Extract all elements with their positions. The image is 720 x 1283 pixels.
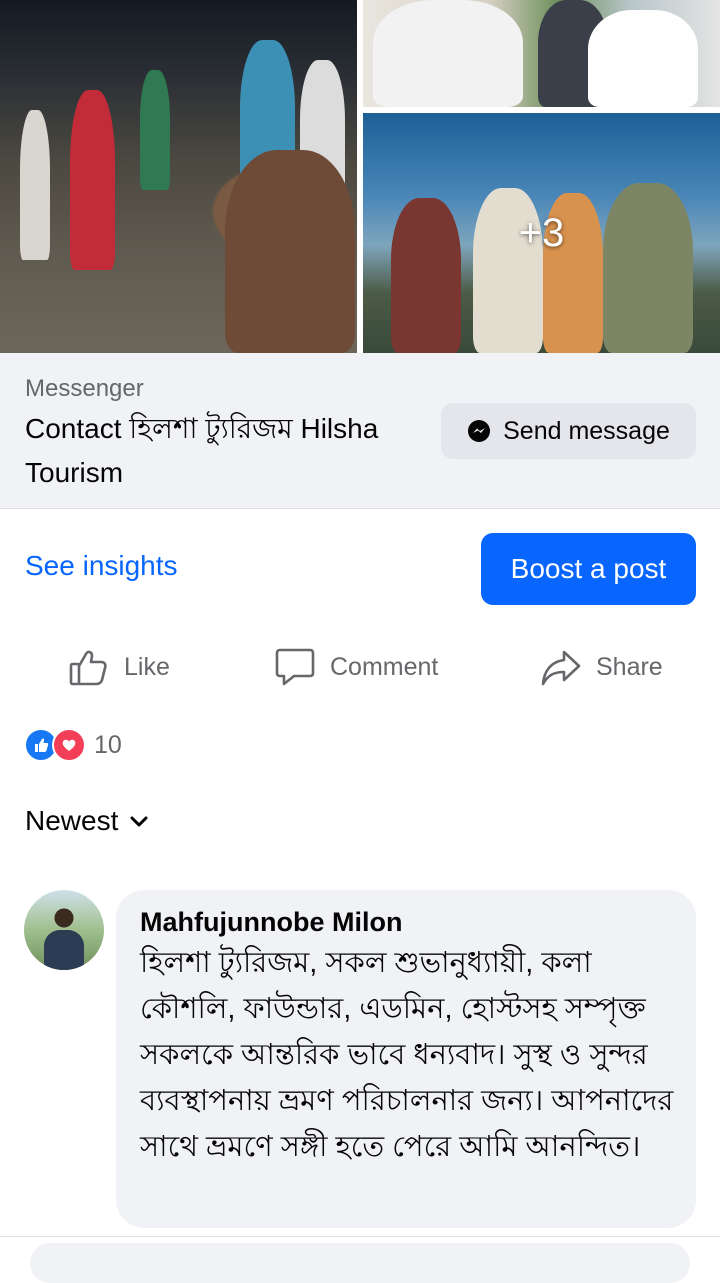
post-action-bar: Like Comment Share: [0, 640, 720, 694]
messenger-contact-panel: Messenger Contact হিলশা ট্যুরিজম Hilsha …: [0, 353, 720, 509]
comment-sort-dropdown[interactable]: Newest: [25, 805, 150, 837]
comment-label: Comment: [330, 652, 439, 681]
boost-post-button[interactable]: Boost a post: [481, 533, 696, 605]
divider: [0, 1236, 720, 1237]
love-reaction-icon: [52, 728, 86, 762]
comment-author[interactable]: Mahfujunnobe Milon: [140, 904, 672, 940]
comment-icon: [275, 648, 315, 686]
avatar[interactable]: [24, 890, 104, 970]
messenger-caption: Messenger: [25, 375, 144, 402]
see-insights-link[interactable]: See insights: [25, 550, 178, 582]
next-comment-bubble[interactable]: [30, 1243, 690, 1283]
post-photo-group-outdoor[interactable]: +3: [363, 113, 720, 353]
post-photo-group-night[interactable]: [0, 0, 357, 353]
like-button[interactable]: Like: [68, 640, 170, 694]
share-icon: [541, 650, 581, 686]
chevron-down-icon: [130, 816, 148, 827]
send-message-button[interactable]: Send message: [441, 403, 696, 459]
contact-page-label: Contact হিলশা ট্যুরিজম Hilsha Tourism: [25, 413, 379, 488]
sort-label: Newest: [25, 805, 119, 836]
reactions-summary[interactable]: 10: [24, 728, 122, 762]
avatar-figure: [44, 930, 84, 970]
send-message-label: Send message: [503, 416, 670, 445]
reaction-count: 10: [94, 730, 122, 759]
comment-text: হিলশা ট্যুরিজম, সকল শুভানুধ্যায়ী, কলা ক…: [140, 947, 674, 1163]
more-photos-count[interactable]: +3: [363, 113, 720, 353]
post-photo-grid: +3: [0, 0, 720, 353]
post-photo-selfie[interactable]: [363, 0, 720, 107]
comment-button[interactable]: Comment: [274, 640, 438, 694]
share-button[interactable]: Share: [540, 640, 663, 694]
comment-bubble[interactable]: Mahfujunnobe Milon হিলশা ট্যুরিজম, সকল শ…: [116, 890, 696, 1228]
share-label: Share: [596, 652, 663, 681]
thumbs-up-icon: [69, 650, 107, 686]
messenger-icon: [468, 420, 491, 442]
like-label: Like: [124, 652, 170, 681]
